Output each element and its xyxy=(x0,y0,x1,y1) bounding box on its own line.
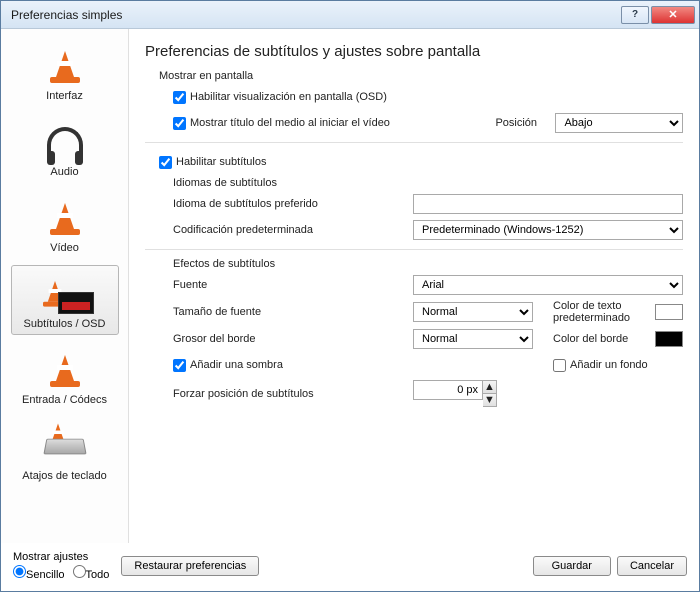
sidebar-item-interface[interactable]: Interfaz xyxy=(11,37,119,107)
preferred-language-label: Idioma de subtítulos preferido xyxy=(173,198,383,210)
checkbox-label: Habilitar subtítulos xyxy=(176,156,267,168)
force-position-spinner[interactable]: ▲▼ xyxy=(413,380,497,407)
keyboard-icon xyxy=(38,424,92,468)
preferences-window: Preferencias simples ? ✕ Interfaz Audio … xyxy=(0,0,700,592)
spinner-arrows[interactable]: ▲▼ xyxy=(483,380,497,407)
border-color-label: Color del borde xyxy=(553,333,655,345)
effects-group-title: Efectos de subtítulos xyxy=(173,258,683,270)
font-size-select[interactable]: Normal xyxy=(413,302,533,322)
help-button[interactable]: ? xyxy=(621,6,649,24)
cone-icon xyxy=(38,348,92,392)
cone-icon xyxy=(38,44,92,88)
footer: Mostrar ajustes Sencillo Todo Restaurar … xyxy=(1,543,699,591)
all-radio[interactable]: Todo xyxy=(73,565,110,581)
default-encoding-label: Codificación predeterminada xyxy=(173,224,383,236)
divider xyxy=(145,142,683,143)
checkbox-label: Añadir una sombra xyxy=(190,359,283,371)
checkbox-label: Añadir un fondo xyxy=(570,359,648,371)
radio-label: Todo xyxy=(86,569,110,581)
reset-preferences-button[interactable]: Restaurar preferencias xyxy=(121,556,259,576)
close-button[interactable]: ✕ xyxy=(651,6,695,24)
sidebar-item-label: Interfaz xyxy=(12,90,118,102)
window-title: Preferencias simples xyxy=(5,8,619,22)
subtitle-osd-icon xyxy=(38,272,92,316)
show-media-title-checkbox[interactable]: Mostrar título del medio al iniciar el v… xyxy=(173,117,390,130)
page-title: Preferencias de subtítulos y ajustes sob… xyxy=(145,43,683,60)
default-encoding-select[interactable]: Predeterminado (Windows-1252) xyxy=(413,220,683,240)
divider xyxy=(145,249,683,250)
font-size-label: Tamaño de fuente xyxy=(173,306,383,318)
titlebar: Preferencias simples ? ✕ xyxy=(1,1,699,29)
chevron-down-icon[interactable]: ▼ xyxy=(483,394,496,406)
outline-thickness-select[interactable]: Normal xyxy=(413,329,533,349)
show-media-title-input[interactable] xyxy=(173,117,186,130)
font-select[interactable]: Arial xyxy=(413,275,683,295)
position-label: Posición xyxy=(495,117,555,129)
headphones-icon xyxy=(38,120,92,164)
sidebar-item-hotkeys[interactable]: Atajos de teclado xyxy=(11,417,119,487)
text-color-label: Color de texto predeterminado xyxy=(553,300,655,324)
enable-subtitles-input[interactable] xyxy=(159,156,172,169)
sidebar-item-label: Atajos de teclado xyxy=(12,470,118,482)
sidebar-item-subtitles-osd[interactable]: Subtítulos / OSD xyxy=(11,265,119,335)
text-color-swatch[interactable] xyxy=(655,304,683,320)
radio-label: Sencillo xyxy=(26,569,65,581)
subtitle-lang-group-title: Idiomas de subtítulos xyxy=(173,177,683,189)
sidebar-item-label: Vídeo xyxy=(12,242,118,254)
sidebar-item-input-codecs[interactable]: Entrada / Códecs xyxy=(11,341,119,411)
show-settings-label: Mostrar ajustes xyxy=(13,551,109,563)
checkbox-label: Habilitar visualización en pantalla (OSD… xyxy=(190,91,387,103)
sidebar-item-video[interactable]: Vídeo xyxy=(11,189,119,259)
force-position-label: Forzar posición de subtítulos xyxy=(173,388,383,400)
add-background-input[interactable] xyxy=(553,359,566,372)
add-shadow-checkbox[interactable]: Añadir una sombra xyxy=(173,359,413,372)
show-settings-group: Mostrar ajustes Sencillo Todo xyxy=(13,551,109,581)
sidebar-item-label: Subtítulos / OSD xyxy=(12,318,118,330)
enable-osd-input[interactable] xyxy=(173,91,186,104)
osd-group-title: Mostrar en pantalla xyxy=(159,70,683,82)
checkbox-label: Mostrar título del medio al iniciar el v… xyxy=(190,117,390,129)
category-sidebar: Interfaz Audio Vídeo Subtítulos / OSD En… xyxy=(1,29,129,543)
cancel-button[interactable]: Cancelar xyxy=(617,556,687,576)
add-shadow-input[interactable] xyxy=(173,359,186,372)
simple-radio[interactable]: Sencillo xyxy=(13,565,65,581)
settings-panel: Preferencias de subtítulos y ajustes sob… xyxy=(129,29,699,543)
enable-osd-checkbox[interactable]: Habilitar visualización en pantalla (OSD… xyxy=(173,91,387,104)
add-background-checkbox[interactable]: Añadir un fondo xyxy=(553,359,648,372)
force-position-input[interactable] xyxy=(413,380,483,400)
font-label: Fuente xyxy=(173,279,383,291)
position-select[interactable]: Abajo xyxy=(555,113,683,133)
outline-thickness-label: Grosor del borde xyxy=(173,333,383,345)
border-color-swatch[interactable] xyxy=(655,331,683,347)
cone-icon xyxy=(38,196,92,240)
sidebar-item-audio[interactable]: Audio xyxy=(11,113,119,183)
enable-subtitles-checkbox[interactable]: Habilitar subtítulos xyxy=(159,156,267,169)
chevron-up-icon[interactable]: ▲ xyxy=(483,381,496,394)
window-body: Interfaz Audio Vídeo Subtítulos / OSD En… xyxy=(1,29,699,543)
sidebar-item-label: Audio xyxy=(12,166,118,178)
close-icon: ✕ xyxy=(668,8,677,21)
sidebar-item-label: Entrada / Códecs xyxy=(12,394,118,406)
preferred-language-input[interactable] xyxy=(413,194,683,214)
save-button[interactable]: Guardar xyxy=(533,556,611,576)
